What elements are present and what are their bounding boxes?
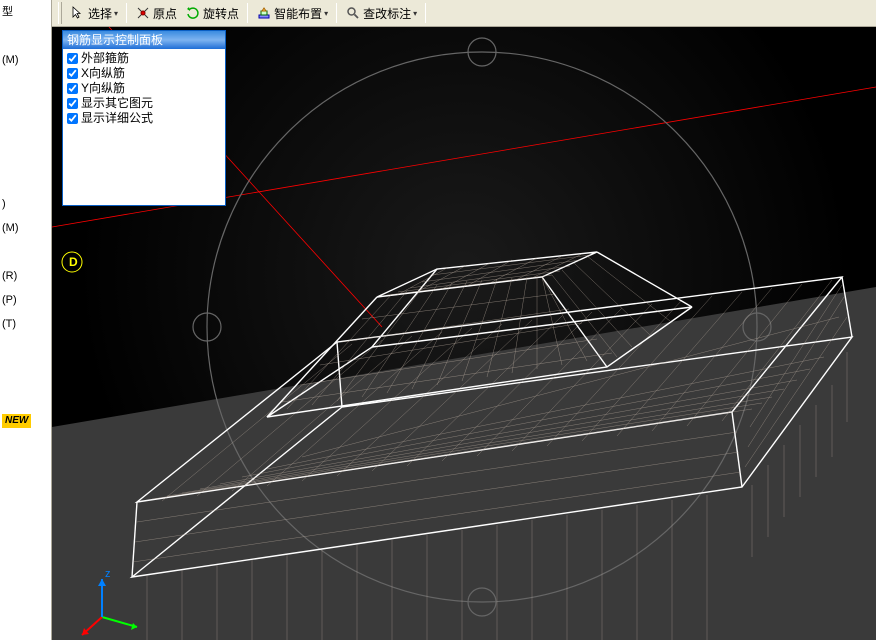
left-tree-panel: 型 (M) ) (M) (R) (P) (T) NEW bbox=[0, 0, 52, 640]
checkbox-row[interactable]: 显示详细公式 bbox=[67, 111, 221, 126]
checkbox-label: 显示详细公式 bbox=[81, 111, 153, 125]
checkbox-row[interactable]: Y向纵筋 bbox=[67, 81, 221, 96]
checkbox-x-rebar[interactable] bbox=[67, 68, 78, 79]
rotate-button[interactable]: 旋转点 bbox=[181, 2, 243, 24]
cursor-icon bbox=[70, 5, 86, 21]
checkbox-show-others[interactable] bbox=[67, 98, 78, 109]
left-row bbox=[0, 168, 51, 192]
left-row bbox=[0, 24, 51, 48]
checkbox-label: 外部箍筋 bbox=[81, 51, 129, 65]
toolbar-separator bbox=[425, 3, 426, 23]
left-row bbox=[0, 336, 51, 360]
annotate-label: 查改标注 bbox=[363, 5, 411, 22]
viewport-3d[interactable]: D bbox=[52, 27, 876, 640]
left-row bbox=[0, 384, 51, 408]
chevron-down-icon: ▾ bbox=[413, 9, 417, 18]
checkbox-row[interactable]: 外部箍筋 bbox=[67, 51, 221, 66]
new-badge: NEW bbox=[2, 414, 31, 428]
toolbar-separator bbox=[336, 3, 337, 23]
left-row bbox=[0, 144, 51, 168]
origin-icon bbox=[135, 5, 151, 21]
panel-title[interactable]: 钢筋显示控制面板 bbox=[63, 31, 225, 49]
chevron-down-icon: ▾ bbox=[324, 9, 328, 18]
left-row bbox=[0, 72, 51, 96]
checkbox-y-rebar[interactable] bbox=[67, 83, 78, 94]
checkbox-row[interactable]: X向纵筋 bbox=[67, 66, 221, 81]
checkbox-outer-stirrup[interactable] bbox=[67, 53, 78, 64]
chevron-down-icon: ▾ bbox=[114, 9, 118, 18]
left-row-new: NEW bbox=[0, 408, 51, 432]
left-row: 型 bbox=[0, 0, 51, 24]
left-row bbox=[0, 120, 51, 144]
checkbox-label: 显示其它图元 bbox=[81, 96, 153, 110]
left-row: (P) bbox=[0, 288, 51, 312]
left-row bbox=[0, 360, 51, 384]
left-row: (M) bbox=[0, 216, 51, 240]
checkbox-label: Y向纵筋 bbox=[81, 81, 125, 95]
toolbar-grip[interactable] bbox=[58, 2, 62, 24]
left-row bbox=[0, 240, 51, 264]
smart-layout-button[interactable]: 智能布置 ▾ bbox=[252, 2, 332, 24]
select-button[interactable]: 选择 ▾ bbox=[66, 2, 122, 24]
left-row: (T) bbox=[0, 312, 51, 336]
checkbox-show-formula[interactable] bbox=[67, 113, 78, 124]
checkbox-label: X向纵筋 bbox=[81, 66, 125, 80]
main-toolbar: 选择 ▾ 原点 旋转点 智能布置 ▾ 查改标注 ▾ bbox=[52, 0, 876, 27]
smart-label: 智能布置 bbox=[274, 5, 322, 22]
left-row: (M) bbox=[0, 48, 51, 72]
magnify-icon bbox=[345, 5, 361, 21]
rebar-display-panel[interactable]: 钢筋显示控制面板 外部箍筋 X向纵筋 Y向纵筋 显示其它图元 显示详细公式 bbox=[62, 30, 226, 206]
origin-button[interactable]: 原点 bbox=[131, 2, 181, 24]
smart-icon bbox=[256, 5, 272, 21]
checkbox-row[interactable]: 显示其它图元 bbox=[67, 96, 221, 111]
left-row: ) bbox=[0, 192, 51, 216]
select-label: 选择 bbox=[88, 5, 112, 22]
panel-body: 外部箍筋 X向纵筋 Y向纵筋 显示其它图元 显示详细公式 bbox=[63, 49, 225, 128]
toolbar-separator bbox=[126, 3, 127, 23]
annotate-button[interactable]: 查改标注 ▾ bbox=[341, 2, 421, 24]
toolbar-separator bbox=[247, 3, 248, 23]
axis-label-z: z bbox=[105, 568, 111, 580]
rotate-icon bbox=[185, 5, 201, 21]
origin-label: 原点 bbox=[153, 5, 177, 22]
left-row: (R) bbox=[0, 264, 51, 288]
rotate-label: 旋转点 bbox=[203, 5, 239, 22]
axis-label-d: D bbox=[69, 255, 78, 269]
left-row bbox=[0, 96, 51, 120]
